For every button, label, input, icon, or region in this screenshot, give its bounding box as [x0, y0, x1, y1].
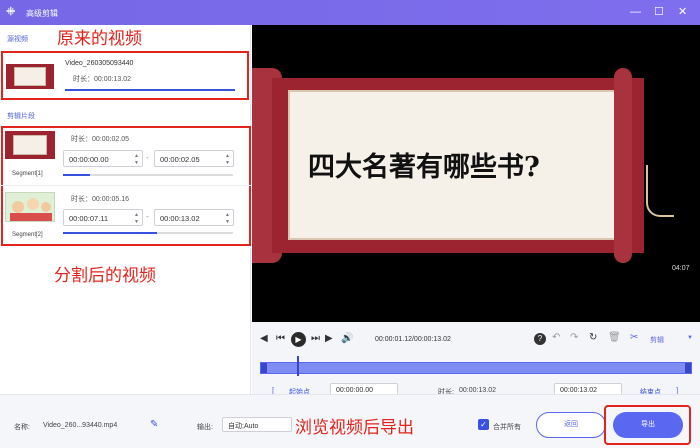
reset-icon[interactable]: ↻	[589, 332, 597, 343]
cut-icon[interactable]: ✂	[630, 332, 638, 343]
merge-checkbox[interactable]: ✓	[478, 419, 489, 430]
annotation-original: 原来的视频	[57, 29, 142, 49]
segment-start-time-input[interactable]: 00:00:00.00 ▲ ▼	[63, 150, 143, 167]
video-preview[interactable]: 四大名著有哪些书? 04:07	[252, 25, 700, 322]
annotation-split: 分割后的视频	[54, 266, 156, 286]
delete-icon[interactable]: 🗑	[608, 332, 621, 343]
volume-icon[interactable]: 🔊	[341, 333, 353, 344]
cut-dropdown-icon[interactable]: ▼	[687, 335, 693, 341]
tassel	[646, 165, 674, 217]
maximize-button[interactable]: ☐	[654, 6, 664, 18]
segment-thumbnail	[5, 131, 55, 159]
prev-frame-icon[interactable]: ◀	[260, 333, 268, 344]
play-button[interactable]: ▶	[291, 332, 306, 347]
clips-label: 剪辑片段	[7, 113, 35, 120]
app-logo-icon: ꔰ	[6, 6, 16, 18]
redo-icon[interactable]: ↷	[570, 332, 578, 343]
preview-caption: 四大名著有哪些书?	[308, 152, 540, 183]
close-button[interactable]: ✕	[678, 6, 687, 18]
bottom-bar: 名称: Video_260...93440.mp4 ✎ 输出: 自动;Auto …	[0, 394, 700, 448]
segment-label: Segment[1]	[12, 171, 43, 177]
title-bar: ꔰ 高级剪辑 — ☐ ✕	[0, 0, 700, 25]
segment-item[interactable]: Segment[1] 时长：00:00:02.05 00:00:00.00 ▲ ▼…	[0, 126, 251, 186]
segment-progress-bar	[63, 232, 233, 234]
source-video-label: 源视频	[7, 36, 28, 43]
range-duration-value: 00:00:13.02	[459, 387, 496, 394]
segment-end-time-input[interactable]: 00:00:02.05 ▲ ▼	[154, 150, 234, 167]
skip-end-icon[interactable]: ⏭	[311, 333, 320, 344]
source-video-duration: 时长：00:00:13.02	[73, 76, 131, 83]
source-progress-bar	[65, 89, 235, 91]
segment-label: Segment[2]	[12, 232, 43, 238]
export-highlight-box	[604, 405, 691, 445]
file-name: Video_260...93440.mp4	[43, 422, 118, 429]
scroll-image: 四大名著有哪些书?	[252, 68, 647, 263]
minimize-button[interactable]: —	[630, 6, 641, 18]
left-panel: 源视频 原来的视频 Video_260305093440 时长：00:00:13…	[0, 25, 251, 394]
segment-thumbnail	[5, 192, 55, 222]
window-title: 高级剪辑	[26, 9, 58, 18]
source-video-name: Video_260305093440	[65, 60, 134, 67]
segment-end-time-input[interactable]: 00:00:13.02 ▲ ▼	[154, 209, 234, 226]
segment-item[interactable]: Segment[2] 时长：00:00:05.16 00:00:07.11 ▲ ▼…	[0, 187, 251, 247]
annotation-export: 浏览视频后导出	[295, 418, 414, 438]
segment-duration: 时长：00:00:05.16	[71, 196, 129, 203]
segment-progress-bar	[63, 174, 233, 176]
skip-start-icon[interactable]: ⏮	[276, 333, 285, 344]
output-select[interactable]: 自动;Auto	[222, 417, 292, 432]
cut-label[interactable]: 剪辑	[650, 335, 664, 345]
help-icon[interactable]: ?	[534, 333, 546, 345]
output-label: 输出:	[197, 424, 213, 431]
source-thumbnail	[6, 64, 54, 89]
merge-label: 合并所有	[493, 424, 521, 431]
playback-time: 00:00:01.12/00:00:13.02	[375, 336, 451, 343]
video-timestamp: 04:07	[672, 265, 690, 272]
playback-controls: ◀ ⏮ ▶ ⏭ ▶ 🔊 00:00:01.12/00:00:13.02 ? ↶ …	[252, 322, 700, 398]
undo-icon[interactable]: ↶	[552, 332, 560, 343]
segment-start-time-input[interactable]: 00:00:07.11 ▲ ▼	[63, 209, 143, 226]
timeline-playhead[interactable]	[297, 356, 300, 376]
edit-name-icon[interactable]: ✎	[150, 419, 158, 430]
name-label: 名称:	[14, 424, 30, 431]
next-frame-icon[interactable]: ▶	[325, 333, 333, 344]
source-video-item[interactable]: Video_260305093440 时长：00:00:13.02	[1, 51, 249, 100]
segment-duration: 时长：00:00:02.05	[71, 136, 129, 143]
back-button[interactable]: 返回	[536, 412, 606, 438]
timeline-track[interactable]	[260, 362, 692, 374]
